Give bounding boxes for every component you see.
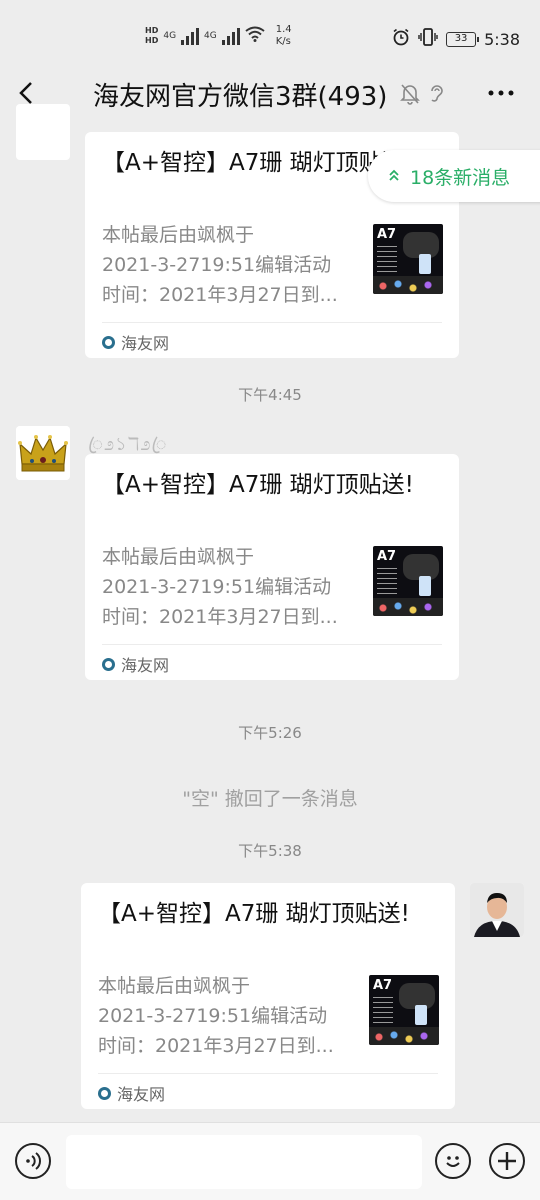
sender-avatar-crown[interactable]: [16, 426, 70, 480]
timestamp: 下午4:45: [238, 386, 302, 404]
link-card-own[interactable]: 【A+智控】A7珊 瑚灯顶贴送! 本帖最后由飒枫于 2021-3-2719:51…: [81, 883, 455, 1109]
signal-icon-2: [221, 27, 240, 45]
timestamp: 下午5:38: [238, 842, 302, 860]
user-photo: [470, 883, 524, 937]
thumbnail-label: A7: [377, 549, 397, 564]
card-source: 海友网: [98, 1081, 165, 1105]
vibrate-icon: [418, 28, 438, 50]
card-divider: [98, 1073, 438, 1074]
plus-icon: [498, 1152, 516, 1170]
smiley-icon: [446, 1156, 460, 1167]
more-functions-button[interactable]: [489, 1143, 525, 1179]
network-type-1: 4G: [163, 31, 177, 41]
more-dots-icon: [488, 90, 514, 96]
card-description: 本帖最后由飒枫于 2021-3-2719:51编辑活动 时间：2021年3月27…: [102, 546, 338, 628]
more-button[interactable]: [486, 78, 516, 115]
double-chevron-up-icon: [388, 168, 400, 185]
source-logo-icon: [102, 335, 115, 349]
card-title: 【A+智控】A7珊 瑚灯顶贴送!: [98, 901, 410, 927]
emoji-button[interactable]: [435, 1143, 471, 1179]
crown-icon: [16, 426, 70, 480]
card-divider: [102, 322, 442, 323]
timestamp: 下午5:26: [238, 724, 302, 742]
hd-badge-1: HD: [145, 26, 159, 35]
earpiece-icon: [428, 83, 446, 105]
recall-notice: "空" 撤回了一条消息: [182, 788, 358, 810]
signal-icon: [181, 27, 200, 45]
network-type-2: 4G: [204, 31, 217, 41]
alarm-icon: [392, 28, 410, 50]
card-source: 海友网: [102, 330, 169, 354]
voice-button[interactable]: [15, 1143, 51, 1179]
card-source: 海友网: [102, 652, 169, 676]
voice-icon: [26, 1152, 41, 1170]
card-description: 本帖最后由飒枫于 2021-3-2719:51编辑活动 时间：2021年3月27…: [98, 975, 334, 1057]
link-card[interactable]: 【A+智控】A7珊 瑚灯顶贴送! 本帖最后由飒枫于 2021-3-2719:51…: [85, 454, 459, 680]
system-indicators: 33 5:38: [392, 28, 520, 50]
hd-badge-2: HD: [145, 36, 159, 45]
thumbnail-label: A7: [377, 227, 397, 242]
source-logo-icon: [102, 657, 115, 671]
thumbnail-label: A7: [373, 978, 393, 993]
status-bar: HD HD 4G 4G 1.4 K/s 33 5:38: [0, 0, 540, 64]
network-speed: 1.4 K/s: [275, 24, 292, 47]
input-bar: [0, 1122, 540, 1200]
card-thumbnail: A7: [369, 975, 439, 1045]
battery-indicator: 33: [446, 31, 480, 47]
own-avatar[interactable]: [470, 883, 524, 937]
card-divider: [102, 644, 442, 645]
card-thumbnail: A7: [373, 224, 443, 294]
chat-title: 海友网官方微信3群(493): [93, 82, 388, 112]
chat-header: 海友网官方微信3群(493): [0, 64, 540, 124]
new-messages-button[interactable]: 18条新消息: [368, 150, 540, 202]
card-title: 【A+智控】A7珊 瑚灯顶贴送!: [102, 472, 414, 498]
sender-avatar[interactable]: [16, 104, 70, 160]
card-thumbnail: A7: [373, 546, 443, 616]
network-indicators: HD HD 4G 4G 1.4 K/s: [145, 24, 292, 48]
new-messages-label: 18条新消息: [410, 166, 511, 189]
source-logo-icon: [98, 1086, 111, 1100]
card-description: 本帖最后由飒枫于 2021-3-2719:51编辑活动 时间：2021年3月27…: [102, 224, 338, 306]
clock: 5:38: [484, 29, 520, 49]
message-input[interactable]: [66, 1135, 422, 1189]
mute-bell-icon: [400, 83, 420, 105]
wifi-icon: [245, 26, 265, 47]
